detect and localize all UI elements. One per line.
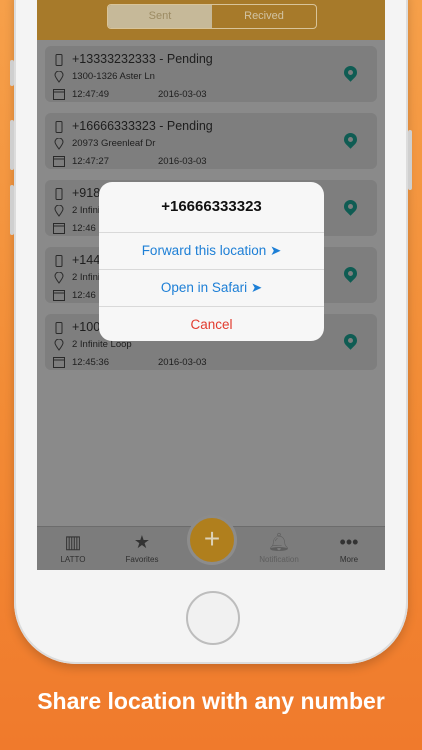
- tab-notification[interactable]: 🔔︎ Notification: [249, 531, 309, 564]
- calendar-icon: [53, 357, 65, 368]
- map-marker-icon[interactable]: [341, 331, 360, 350]
- tab-favorites-label: Favorites: [125, 555, 159, 564]
- item-number: +144: [72, 253, 101, 267]
- sent-received-segmented-control[interactable]: Sent Recived: [107, 4, 317, 29]
- dialog-title: +16666333323: [99, 182, 324, 233]
- tab-latto-label: LATTO: [60, 555, 86, 564]
- map-marker-icon[interactable]: [341, 264, 360, 283]
- location-pin-icon: [54, 71, 64, 83]
- list-item[interactable]: +16666333323 - Pending 20973 Greenleaf D…: [45, 113, 377, 169]
- tab-notification-label: Notification: [259, 555, 299, 564]
- phone-icon: [55, 322, 63, 334]
- phone-icon: [55, 54, 63, 66]
- map-marker-icon[interactable]: [341, 130, 360, 149]
- map-icon: ▥: [64, 532, 82, 552]
- item-date: 2016-03-03: [158, 156, 207, 167]
- bell-icon: 🔔︎: [267, 532, 291, 552]
- location-pin-icon: [54, 138, 64, 150]
- star-icon: ★: [133, 532, 151, 552]
- item-number: +13333232333 - Pending: [72, 52, 213, 66]
- item-date: 2016-03-03: [158, 89, 207, 100]
- forward-location-button[interactable]: Forward this location ➤: [99, 233, 324, 270]
- item-time: 12:47:49: [72, 89, 109, 100]
- item-date: 2016-03-03: [158, 357, 207, 368]
- calendar-icon: [53, 89, 65, 100]
- segment-received[interactable]: Recived: [212, 5, 316, 28]
- list-item[interactable]: +13333232333 - Pending 1300-1326 Aster L…: [45, 46, 377, 102]
- home-button: [186, 591, 240, 645]
- marketing-caption: Share location with any number: [37, 688, 385, 714]
- volume-down-button: [10, 185, 14, 235]
- open-in-safari-button[interactable]: Open in Safari ➤: [99, 270, 324, 307]
- item-address: 1300-1326 Aster Ln: [72, 71, 155, 82]
- phone-icon: [55, 255, 63, 267]
- mute-switch: [10, 60, 14, 86]
- calendar-icon: [53, 223, 65, 234]
- header-bar: Sent Recived: [37, 0, 385, 40]
- item-address: 2 Infini: [72, 272, 100, 283]
- item-time: 12:47:27: [72, 156, 109, 167]
- calendar-icon: [53, 290, 65, 301]
- action-sheet-dialog: +16666333323 Forward this location ➤ Ope…: [99, 182, 324, 341]
- item-time: 12:46: [72, 290, 96, 301]
- phone-icon: [55, 121, 63, 133]
- segment-sent[interactable]: Sent: [108, 5, 212, 28]
- tab-bar: ▥ LATTO ★ Favorites + 🔔︎ Notification ••…: [37, 515, 385, 570]
- tab-latto[interactable]: ▥ LATTO: [43, 531, 103, 564]
- location-pin-icon: [54, 339, 64, 351]
- volume-up-button: [10, 120, 14, 170]
- tab-more[interactable]: ••• More: [319, 531, 379, 564]
- location-pin-icon: [54, 272, 64, 284]
- item-number: +100: [72, 320, 101, 334]
- add-button[interactable]: +: [187, 515, 237, 565]
- item-address: 2 Infini: [72, 205, 100, 216]
- phone-icon: [55, 188, 63, 200]
- location-pin-icon: [54, 205, 64, 217]
- item-number: +16666333323 - Pending: [72, 119, 213, 133]
- map-marker-icon[interactable]: [341, 63, 360, 82]
- power-button: [408, 130, 412, 190]
- item-time: 12:46: [72, 223, 96, 234]
- item-time: 12:45:36: [72, 357, 109, 368]
- calendar-icon: [53, 156, 65, 167]
- item-number: +918: [72, 186, 101, 200]
- tab-favorites[interactable]: ★ Favorites: [112, 531, 172, 564]
- more-icon: •••: [339, 532, 359, 552]
- item-address: 20973 Greenleaf Dr: [72, 138, 156, 149]
- tab-more-label: More: [339, 555, 359, 564]
- map-marker-icon[interactable]: [341, 197, 360, 216]
- cancel-button[interactable]: Cancel: [99, 307, 324, 341]
